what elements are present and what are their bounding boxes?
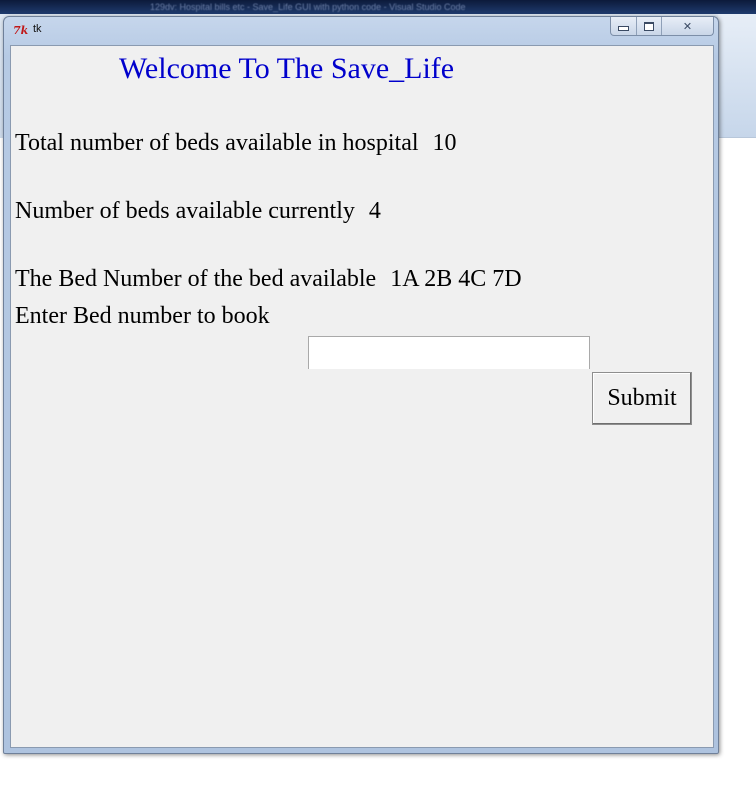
maximize-button[interactable] (637, 17, 663, 35)
title-bar[interactable]: 7k tk ✕ (4, 17, 718, 43)
bed-numbers-value: 1A 2B 4C 7D (390, 266, 522, 292)
enter-bed-label: Enter Bed number to book (15, 303, 270, 329)
minimize-icon (618, 26, 630, 31)
maximize-icon (644, 21, 655, 31)
total-beds-value: 10 (432, 130, 457, 156)
bed-numbers-row: The Bed Number of the bed available 1A 2B… (15, 266, 522, 293)
background-window-edge (718, 14, 756, 138)
window-title: tk (33, 23, 42, 35)
total-beds-row: Total number of beds available in hospit… (15, 130, 457, 157)
bed-number-input[interactable] (308, 336, 590, 369)
window-client-area: Welcome To The Save_Life Total number of… (10, 45, 714, 748)
submit-button[interactable]: Submit (592, 372, 692, 425)
total-beds-label: Total number of beds available in hospit… (15, 130, 419, 156)
window-controls: ✕ (610, 17, 714, 36)
welcome-heading: Welcome To The Save_Life (119, 52, 455, 85)
background-window-title: 129dv: Hospital bills etc - Save_Life GU… (150, 2, 466, 12)
current-beds-label: Number of beds available currently (15, 198, 355, 224)
bed-numbers-label: The Bed Number of the bed available (15, 266, 377, 292)
tk-window: 7k tk ✕ Welcome To The Save_Life Total n… (3, 16, 719, 754)
close-button[interactable]: ✕ (662, 17, 713, 35)
background-divider (718, 137, 756, 138)
current-beds-value: 4 (368, 198, 381, 224)
tk-feather-icon: 7k (13, 24, 29, 37)
close-icon: ✕ (682, 19, 693, 33)
current-beds-row: Number of beds available currently 4 (15, 198, 381, 225)
minimize-button[interactable] (611, 17, 638, 35)
background-taskbar: 129dv: Hospital bills etc - Save_Life GU… (0, 0, 756, 14)
